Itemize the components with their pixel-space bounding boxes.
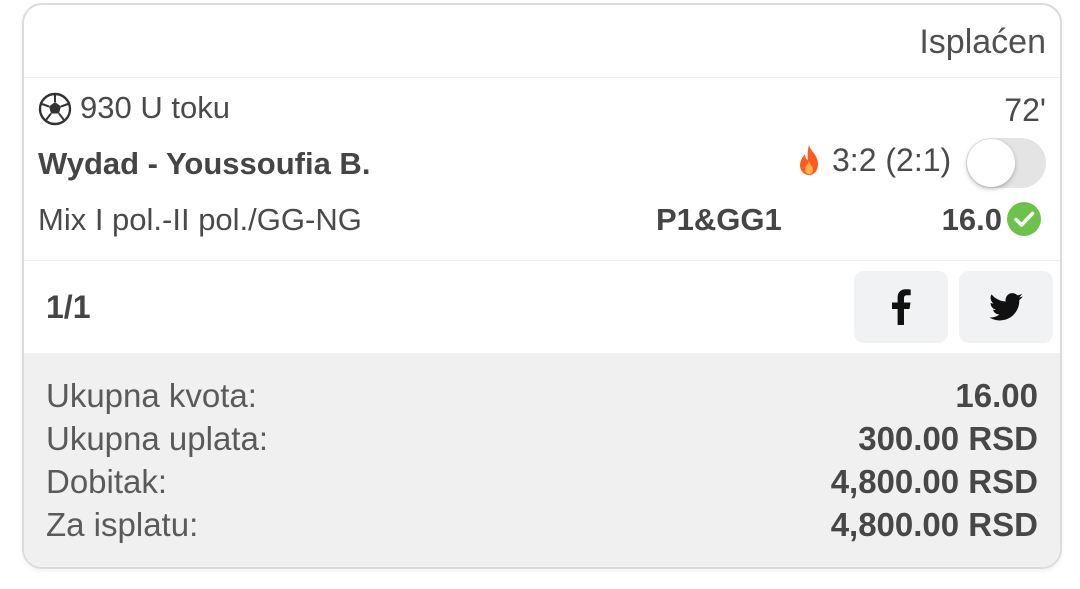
bet-market: Mix I pol.-II pol./GG-NG (38, 202, 362, 237)
ticket-totals: Ukupna kvota: 16.00 Ukupna uplata: 300.0… (24, 353, 1060, 567)
facebook-share-button[interactable] (854, 271, 948, 343)
ticket-card: Isplaćen 930 U toku 72' Wydad - Youssouf… (22, 3, 1062, 569)
total-odds-row: Ukupna kvota: 16.00 (46, 377, 1038, 420)
fire-icon (800, 145, 818, 175)
check-circle-icon (1007, 202, 1041, 236)
total-odds-value: 16.00 (955, 377, 1038, 414)
event-code-status: 930 U toku (80, 90, 230, 125)
toggle-knob (967, 139, 1015, 187)
payout-label: Za isplatu: (46, 506, 199, 543)
live-toggle[interactable] (966, 138, 1046, 188)
bet-odd: 16.0 (941, 202, 1002, 237)
winnings-value: 4,800.00 RSD (830, 463, 1038, 500)
ticket-status: Isplaćen (919, 23, 1046, 61)
match-minute: 72' (1004, 92, 1046, 128)
payout-value: 4,800.00 RSD (830, 506, 1038, 543)
twitter-share-button[interactable] (959, 271, 1053, 343)
total-stake-row: Ukupna uplata: 300.00 RSD (46, 420, 1038, 463)
soccer-ball-icon (38, 92, 72, 126)
bet-pick: P1&GG1 (656, 202, 782, 237)
event-teams: Wydad - Youssoufia B. (38, 146, 371, 181)
event-row: 930 U toku 72' Wydad - Youssoufia B. 3:2… (24, 78, 1060, 261)
match-score: 3:2 (2:1) (832, 142, 952, 178)
winnings-label: Dobitak: (46, 463, 168, 500)
share-row: 1/1 (24, 261, 1060, 353)
total-stake-value: 300.00 RSD (858, 420, 1038, 457)
ticket-counter: 1/1 (46, 289, 91, 325)
total-odds-label: Ukupna kvota: (46, 377, 257, 414)
total-stake-label: Ukupna uplata: (46, 420, 268, 457)
facebook-icon (892, 289, 911, 325)
payout-row: Za isplatu: 4,800.00 RSD (46, 506, 1038, 549)
ticket-status-row: Isplaćen (24, 5, 1060, 78)
winnings-row: Dobitak: 4,800.00 RSD (46, 463, 1038, 506)
twitter-icon (989, 293, 1023, 321)
